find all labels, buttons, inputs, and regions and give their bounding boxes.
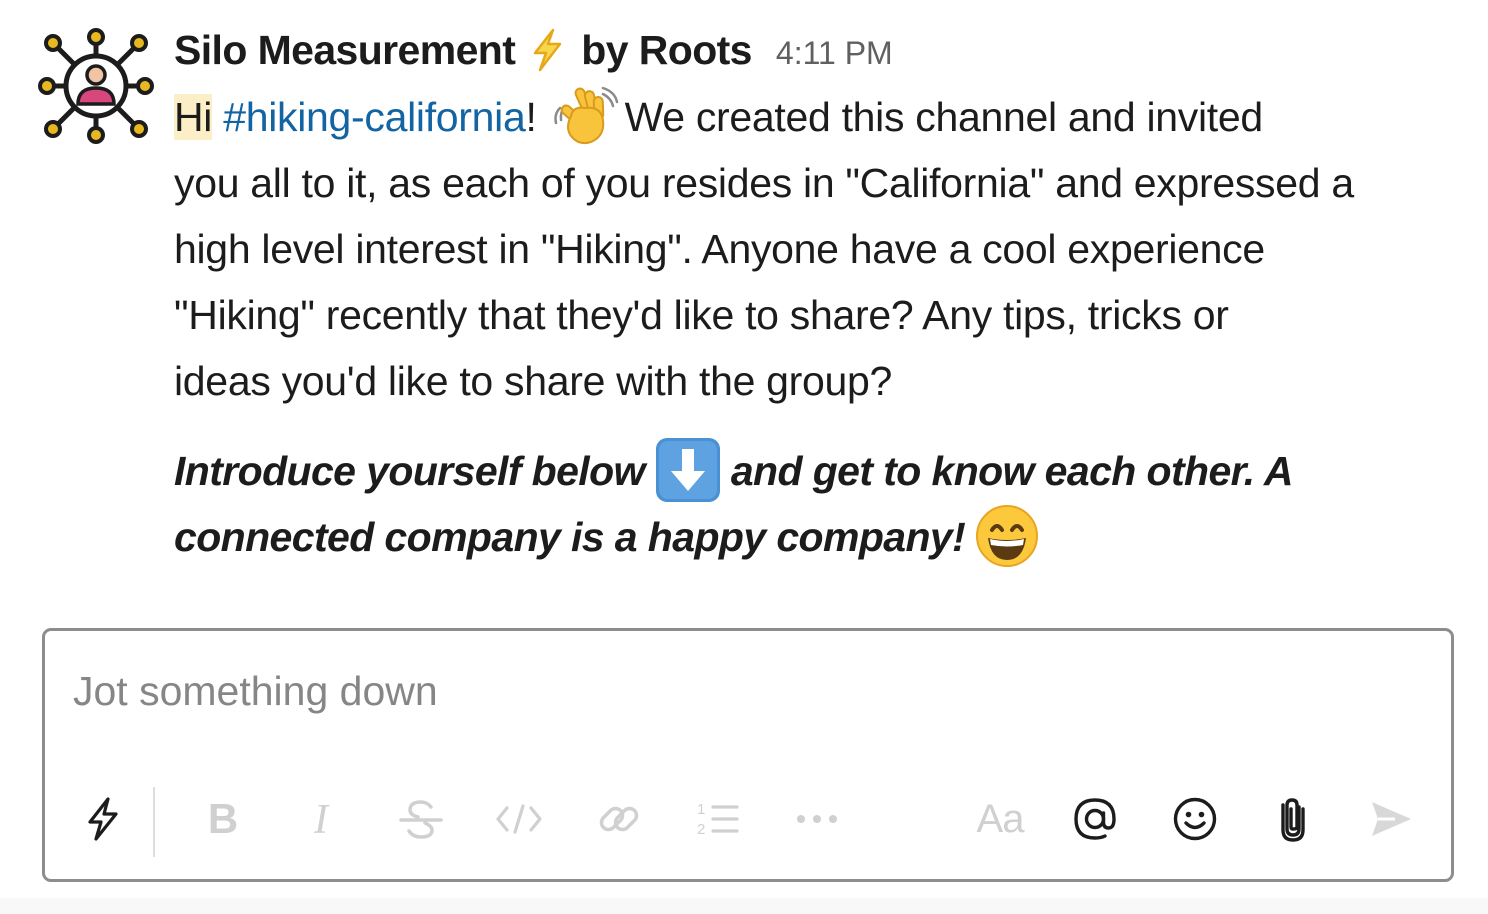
strikethrough-icon [397,797,445,841]
down-arrow-icon [655,437,721,503]
mention-icon [1072,796,1118,842]
shortcuts-button[interactable] [75,789,131,849]
sender-suffix: by Roots [581,26,752,73]
intro-line: connected company is a happy company! [174,504,1464,570]
text-style-button[interactable]: Aa [969,789,1031,849]
sender-name[interactable]: Silo Measurement [174,27,516,74]
italic-icon: I [301,797,341,841]
link-icon [597,797,641,841]
svg-text:1: 1 [697,801,705,818]
code-icon [495,804,543,834]
message-line1-text: We created this channel and invited [624,94,1264,140]
intro-text-c: connected company is a happy company! [174,514,966,560]
send-button[interactable] [1363,789,1419,849]
lightning-bolt-icon [527,28,567,72]
message-line: you all to it, as each of you resides in… [174,160,1354,206]
greeting-highlight: Hi [174,94,213,140]
attach-file-button[interactable] [1265,789,1321,849]
svg-text:2: 2 [697,821,705,838]
message-timestamp[interactable]: 4:11 PM [776,35,893,72]
italic-button[interactable]: I [293,789,349,849]
message-composer: B I [42,628,1454,882]
send-icon [1369,799,1413,839]
link-button[interactable] [591,789,647,849]
emoji-button[interactable] [1167,789,1223,849]
ordered-list-icon: 1 2 [693,799,741,839]
intro-text-b: and get to know each other. A [730,448,1294,494]
mention-button[interactable] [1067,789,1123,849]
attach-icon [1275,795,1311,843]
shortcuts-icon [83,796,123,842]
channel-link[interactable]: #hiking-california [223,94,526,140]
text-style-label: Aa [976,796,1025,841]
emoji-icon [1172,796,1218,842]
message-paragraph: Hi #hiking-california! We created this c… [174,84,1464,414]
bot-avatar-icon[interactable] [36,26,156,146]
more-formatting-button[interactable] [789,789,845,849]
message-line: ideas you'd like to share with the group… [174,358,893,404]
bold-button[interactable]: B [195,789,251,849]
message-line: high level interest in "Hiking". Anyone … [174,226,1265,272]
intro-text-a: Introduce yourself below [174,448,645,494]
intro-line: Introduce yourself below and get to know… [174,438,1464,504]
strikethrough-button[interactable] [393,789,449,849]
grinning-face-icon [975,504,1039,568]
waving-hand-icon [551,84,619,148]
ordered-list-button[interactable]: 1 2 [689,789,745,849]
svg-text:B: B [208,797,238,841]
message-input[interactable] [73,661,1073,721]
code-button[interactable] [491,789,547,849]
message-line: Hi #hiking-california! We created this c… [174,84,1464,150]
more-icon [795,813,839,825]
svg-text:I: I [313,797,330,841]
message-header: Silo Measurement by Roots 4:11 PM [174,22,893,78]
bold-icon: B [203,797,243,841]
window-bottom-edge [0,898,1488,914]
message-line: "Hiking" recently that they'd like to sh… [174,292,1229,338]
intro-paragraph: Introduce yourself below and get to know… [174,438,1464,570]
toolbar-divider [153,787,155,857]
